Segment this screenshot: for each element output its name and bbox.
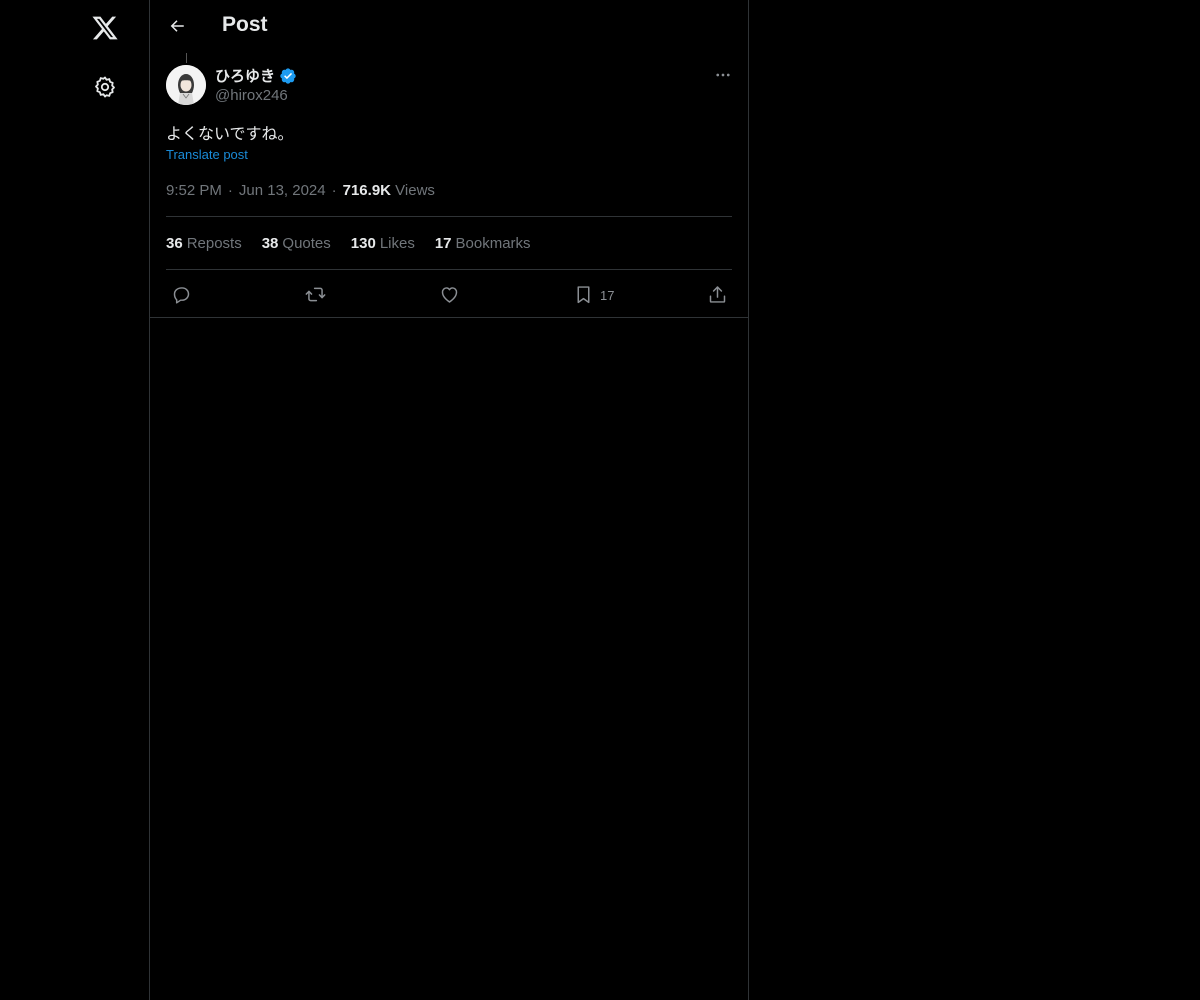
repost-icon	[305, 287, 326, 301]
views-label: Views	[395, 182, 435, 199]
post-time[interactable]: 9:52 PM	[166, 182, 222, 199]
thread-connector	[186, 53, 187, 63]
bookmark-icon	[577, 285, 590, 303]
page-title: Post	[222, 13, 268, 36]
share-icon	[709, 285, 726, 303]
post-date[interactable]: Jun 13, 2024	[239, 182, 326, 199]
quotes-stat[interactable]: 38 Quotes	[262, 235, 331, 252]
reposts-stat[interactable]: 36 Reposts	[166, 235, 242, 252]
page-header: Post	[150, 0, 748, 53]
post-stats: 36 Reposts 38 Quotes 130 Likes 17 Bookmarks	[166, 235, 551, 252]
reply-icon	[173, 286, 190, 304]
avatar[interactable]	[166, 65, 206, 105]
gear-icon[interactable]	[85, 67, 125, 107]
translate-post-link[interactable]: Translate post	[166, 147, 248, 162]
bookmark-button[interactable]: 17	[573, 282, 614, 306]
more-dots-icon	[716, 73, 730, 77]
back-button[interactable]	[162, 11, 192, 41]
views-count: 716.9K	[342, 182, 391, 199]
post-bottom-border	[150, 317, 748, 318]
heart-icon	[441, 286, 458, 303]
like-button[interactable]	[439, 282, 460, 306]
repost-button[interactable]	[305, 282, 326, 306]
author-name-text: ひろゆき	[215, 68, 276, 85]
likes-stat[interactable]: 130 Likes	[351, 235, 415, 252]
author-name[interactable]: ひろゆき	[215, 65, 297, 86]
bookmarks-stat[interactable]: 17 Bookmarks	[435, 235, 531, 252]
arrow-left-icon	[170, 20, 184, 32]
x-logo-icon[interactable]	[85, 8, 125, 48]
author-handle[interactable]: @hirox246	[215, 87, 288, 104]
post-text: よくないですね。	[166, 126, 294, 143]
bookmark-count: 17	[600, 288, 615, 303]
reply-button[interactable]	[171, 282, 192, 306]
left-nav	[0, 0, 149, 1000]
more-options-button[interactable]	[710, 65, 736, 85]
verified-badge-icon	[280, 67, 296, 84]
share-button[interactable]	[707, 282, 728, 306]
post-detail-column: Post ひろゆき @hirox246 よくないですね。 Translate p…	[149, 0, 749, 1000]
divider	[166, 216, 732, 217]
post-meta: 9:52 PM · Jun 13, 2024 · 716.9K Views	[166, 182, 435, 199]
action-bar: 17	[150, 270, 748, 317]
